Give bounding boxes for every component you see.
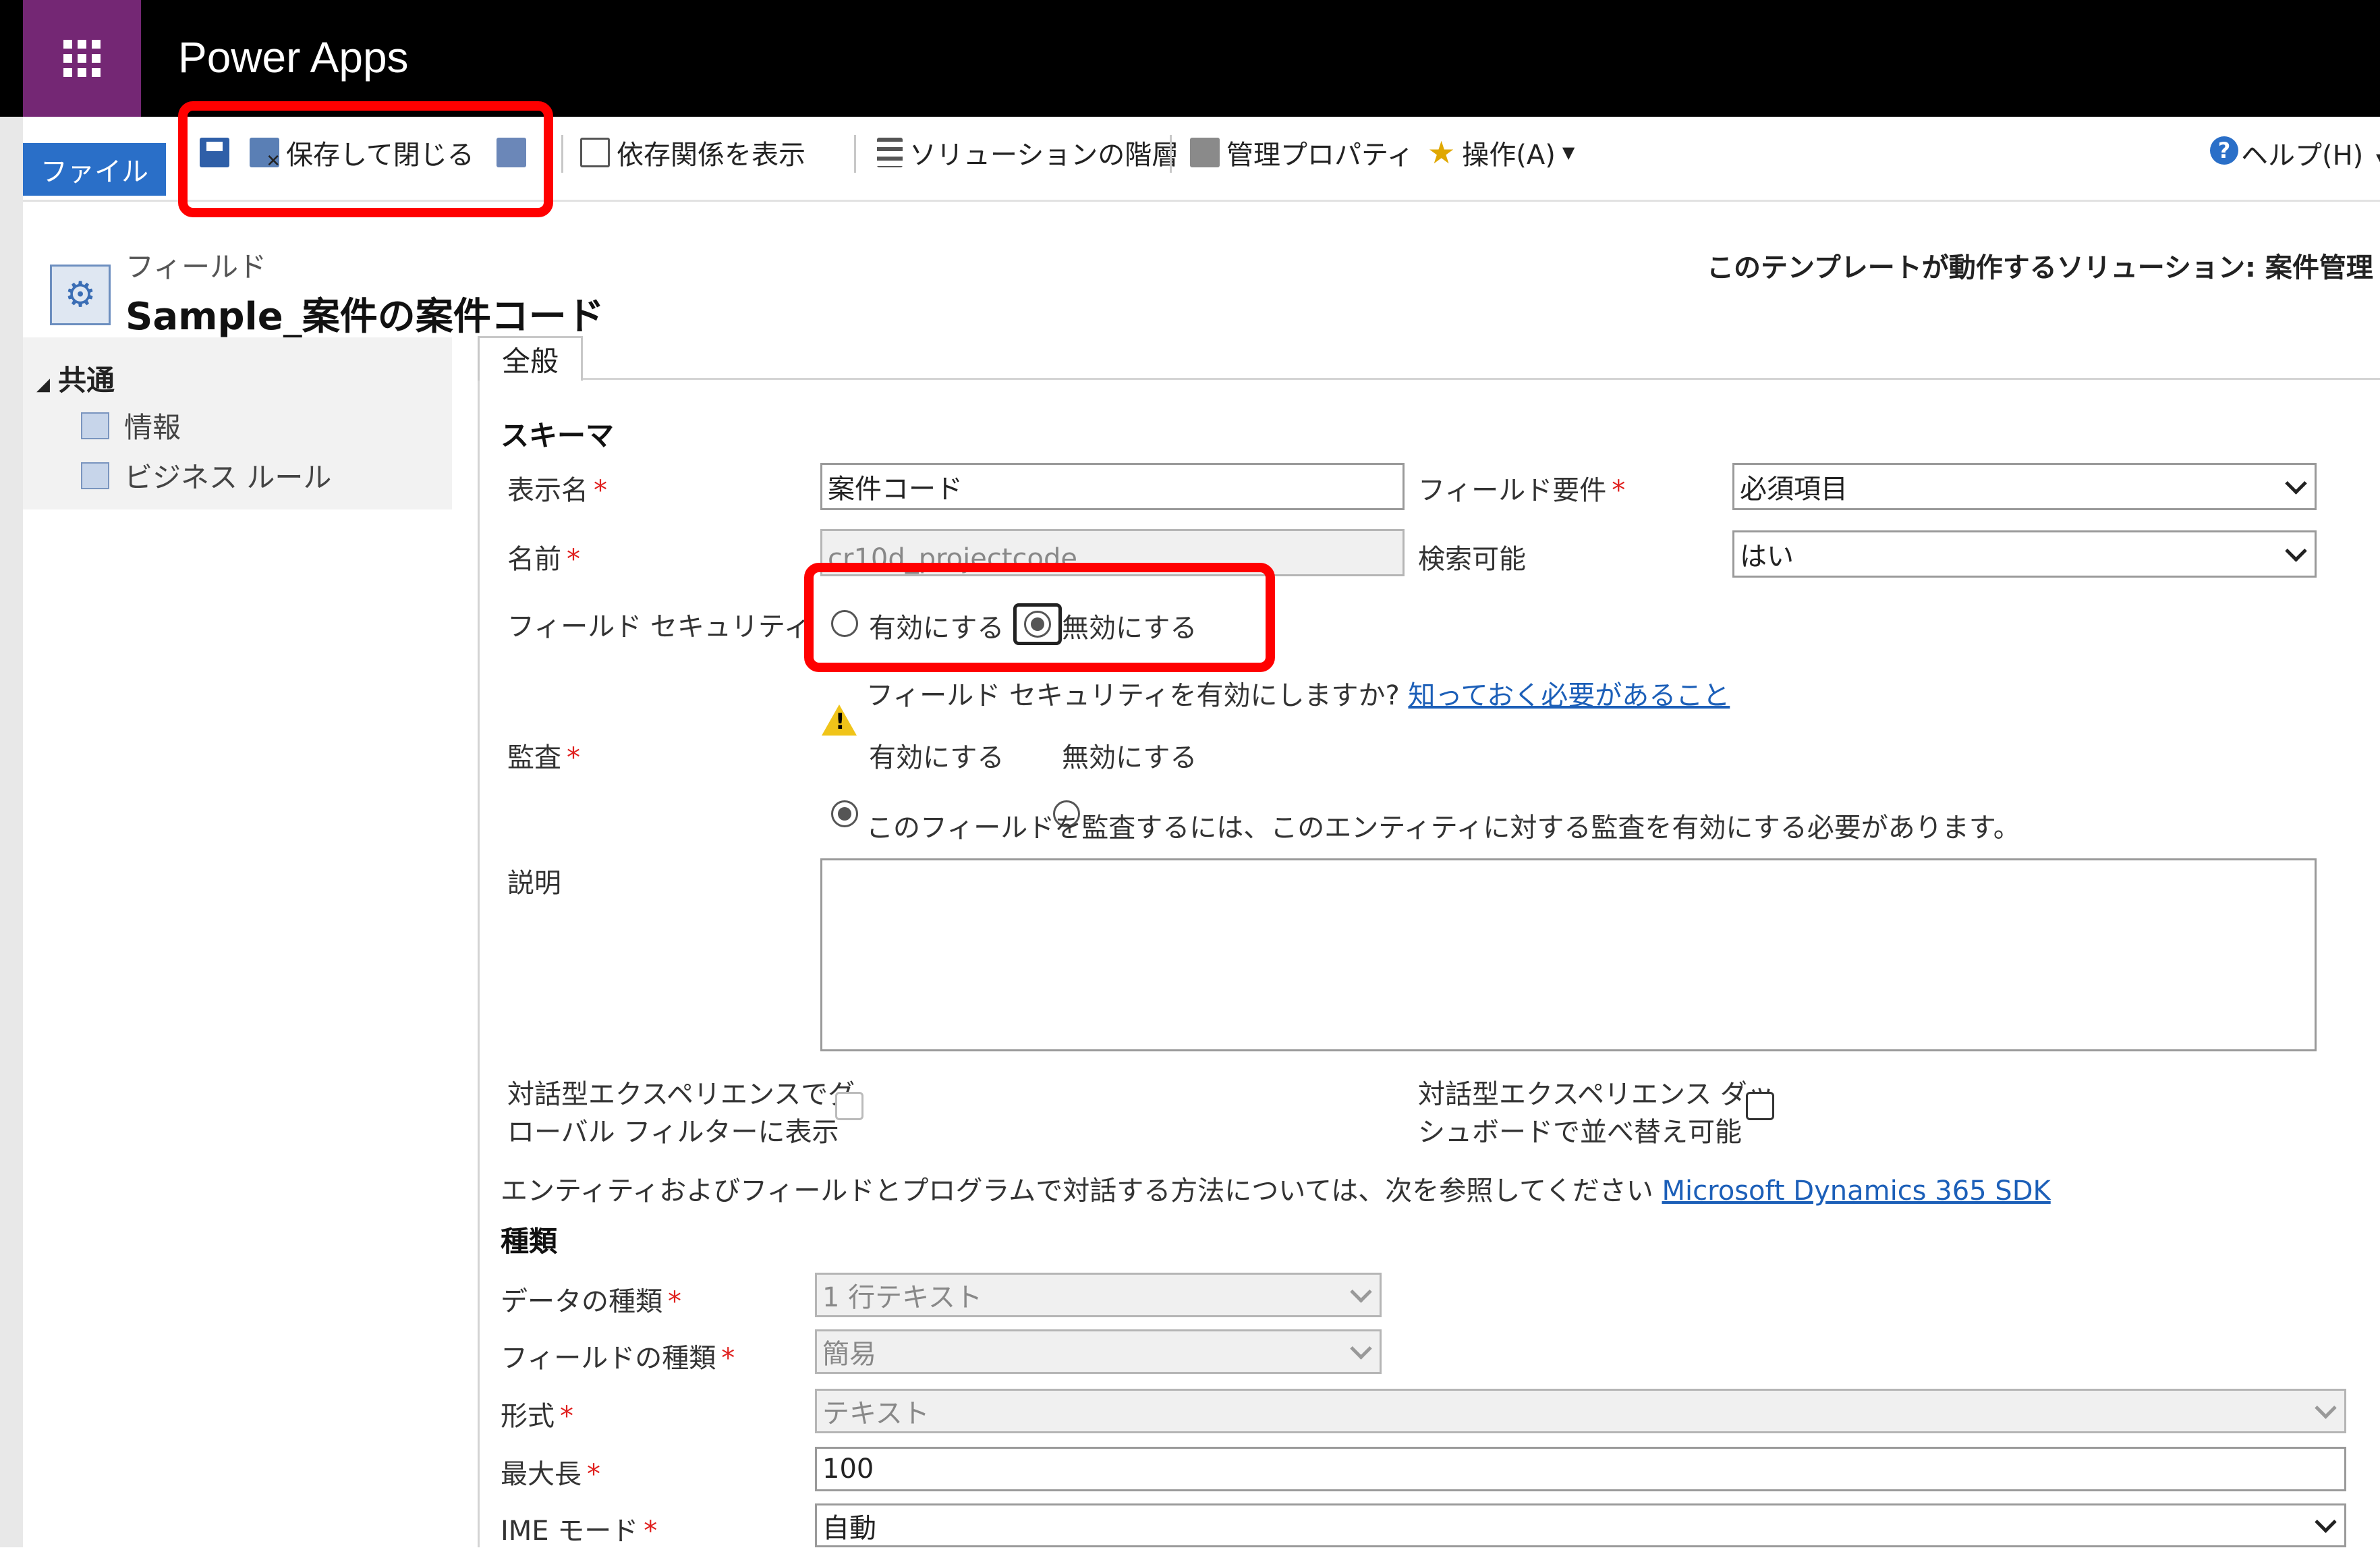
actions-menu-button[interactable]: ★ 操作(A) ▼ — [1427, 132, 1575, 173]
chevron-down-icon — [2315, 1511, 2337, 1533]
file-tab[interactable]: ファイル — [23, 143, 166, 196]
waffle-icon — [63, 40, 101, 77]
ime-mode-select[interactable]: 自動 — [815, 1503, 2346, 1547]
nav-group-label: 共通 — [58, 364, 115, 397]
audit-enable-radio[interactable] — [831, 800, 858, 827]
collapse-triangle-icon: ◢ — [36, 375, 50, 395]
data-type-select[interactable]: 1 行テキスト — [815, 1273, 1382, 1317]
description-textarea[interactable] — [820, 858, 2317, 1051]
show-dependencies-label: 依存関係を表示 — [617, 140, 805, 171]
global-filter-label: 対話型エクスペリエンスでグ ローバル フィルターに表示 — [507, 1079, 855, 1148]
nav-item-label: ビジネス ルール — [124, 461, 332, 494]
chevron-down-icon — [2285, 539, 2307, 562]
audit-disable-label: 無効にする — [1062, 742, 1197, 773]
show-dependencies-button[interactable]: 依存関係を表示 — [580, 132, 805, 173]
display-name-label: 表示名 * — [507, 475, 607, 506]
field-requirement-value: 必須項目 — [1740, 474, 1848, 505]
display-name-input[interactable]: 案件コード — [820, 463, 1405, 510]
warning-icon — [822, 704, 857, 736]
chevron-down-icon — [1350, 1280, 1372, 1303]
data-type-value: 1 行テキスト — [822, 1282, 982, 1313]
nav-item-info[interactable]: 情報 — [81, 405, 181, 446]
field-requirement-label: フィールド要件 * — [1418, 475, 1626, 506]
audit-warning: このフィールドを監査するには、このエンティティに対する監査を有効にする必要があり… — [866, 812, 2020, 844]
chevron-down-icon: ▼ — [2376, 150, 2380, 169]
format-label: 形式 * — [501, 1401, 573, 1432]
highlight-save-buttons — [178, 101, 553, 217]
info-icon — [81, 412, 109, 439]
chevron-down-icon — [1350, 1337, 1372, 1360]
name-label: 名前 * — [507, 544, 580, 575]
help-label: ヘルプ(H) — [2241, 140, 2364, 171]
nav-item-business-rules[interactable]: ビジネス ルール — [81, 455, 331, 496]
left-scroll-gutter — [0, 117, 23, 1547]
sdk-note: エンティティおよびフィールドとプログラムで対話する方法については、次を参照してく… — [501, 1176, 2051, 1207]
field-type-label: フィールドの種類 * — [501, 1343, 735, 1374]
global-filter-checkbox[interactable] — [835, 1092, 863, 1120]
data-type-label: データの種類 * — [501, 1286, 681, 1317]
chevron-down-icon — [2315, 1396, 2337, 1419]
field-security-label: フィールド セキュリティ — [507, 611, 811, 642]
managed-properties-label: 管理プロパティ — [1226, 140, 1414, 171]
solution-layers-label: ソリューションの階層 — [909, 140, 1179, 171]
help-icon[interactable]: ? — [2210, 136, 2238, 165]
searchable-select[interactable]: はい — [1732, 530, 2317, 578]
managed-properties-button[interactable]: 管理プロパティ — [1190, 132, 1414, 173]
managed-properties-icon — [1190, 138, 1220, 167]
actions-star-icon: ★ — [1427, 134, 1456, 171]
description-label: 説明 — [507, 868, 561, 899]
app-launcher-button[interactable] — [23, 0, 141, 117]
page-title: Sample_案件の案件コード — [125, 295, 604, 339]
field-security-warning: フィールド セキュリティを有効にしますか? 知っておく必要があること — [866, 680, 1730, 711]
nav-group-common[interactable]: ◢ 共通 — [36, 358, 115, 399]
ribbon-separator — [1170, 135, 1172, 173]
solution-info: このテンプレートが動作するソリューション: 案件管理 — [1707, 252, 2373, 283]
learn-more-link[interactable]: 知っておく必要があること — [1408, 680, 1730, 711]
section-schema: スキーマ — [501, 419, 615, 452]
highlight-field-security — [804, 563, 1275, 672]
ribbon-separator — [561, 135, 563, 173]
chevron-down-icon: ▼ — [1562, 143, 1575, 162]
dependencies-icon — [580, 138, 610, 167]
ime-mode-label: IME モード * — [501, 1516, 658, 1547]
ribbon-separator — [854, 135, 856, 173]
section-type: 種類 — [501, 1225, 558, 1258]
help-menu-button[interactable]: ヘルプ(H) ▼ — [2241, 134, 2380, 173]
audit-enable-label: 有効にする — [869, 742, 1004, 773]
ime-mode-value: 自動 — [822, 1512, 876, 1544]
entity-type-label: フィールド — [125, 250, 267, 283]
tab-general[interactable]: 全般 — [478, 336, 583, 381]
searchable-label: 検索可能 — [1418, 544, 1526, 575]
chevron-down-icon — [2285, 472, 2307, 495]
nav-item-label: 情報 — [124, 411, 181, 444]
business-rule-icon — [81, 462, 109, 489]
field-gear-icon: ⚙ — [50, 265, 111, 325]
sortable-checkbox[interactable] — [1746, 1092, 1774, 1120]
audit-label: 監査 * — [507, 742, 580, 773]
format-select[interactable]: テキスト — [815, 1389, 2346, 1433]
field-type-select[interactable]: 簡易 — [815, 1329, 1382, 1374]
max-length-label: 最大長 * — [501, 1459, 600, 1490]
app-title: Power Apps — [178, 33, 409, 82]
solution-layers-button[interactable]: ソリューションの階層 — [877, 132, 1179, 173]
max-length-input[interactable]: 100 — [815, 1447, 2346, 1491]
field-type-value: 簡易 — [822, 1339, 876, 1370]
format-value: テキスト — [822, 1398, 930, 1429]
actions-label: 操作(A) — [1462, 140, 1556, 171]
field-requirement-select[interactable]: 必須項目 — [1732, 463, 2317, 510]
sdk-link[interactable]: Microsoft Dynamics 365 SDK — [1662, 1176, 2051, 1207]
layers-icon — [877, 138, 903, 167]
sortable-label: 対話型エクスペリエンス ダッ シュボードで並べ替え可能 — [1418, 1079, 1774, 1148]
searchable-value: はい — [1740, 541, 1794, 572]
